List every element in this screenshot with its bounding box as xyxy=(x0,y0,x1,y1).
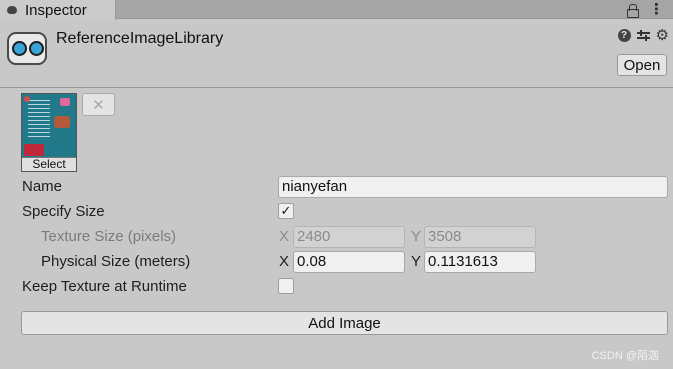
reference-image-library-icon xyxy=(7,32,47,65)
name-label: Name xyxy=(22,178,63,195)
specify-size-checkbox[interactable]: ✓ xyxy=(278,203,294,219)
physical-size-y-field[interactable]: 0.1131613 xyxy=(424,251,536,273)
name-field[interactable]: nianyefan xyxy=(278,176,668,198)
texture-size-label: Texture Size (pixels) xyxy=(41,228,177,245)
kebab-menu-icon[interactable]: ⋮ xyxy=(649,2,664,17)
tab-label: Inspector xyxy=(25,1,87,19)
lens-right-icon xyxy=(29,41,44,56)
physical-size-y-axis: Y xyxy=(411,253,422,270)
lock-icon[interactable] xyxy=(627,3,639,18)
tab-inspector[interactable]: Inspector xyxy=(0,0,116,20)
specify-size-label: Specify Size xyxy=(22,203,105,220)
asset-title: ReferenceImageLibrary xyxy=(56,30,224,47)
select-button[interactable]: Select xyxy=(22,157,76,171)
physical-size-x-field[interactable]: 0.08 xyxy=(293,251,405,273)
physical-size-label: Physical Size (meters) xyxy=(41,253,191,270)
tab-bar: Inspector ⋮ xyxy=(0,0,673,20)
open-button[interactable]: Open xyxy=(617,54,667,76)
asset-header: ReferenceImageLibrary ? ⚙ Open xyxy=(0,20,673,88)
presets-icon[interactable] xyxy=(636,29,650,42)
add-image-button[interactable]: Add Image xyxy=(21,311,668,335)
texture-size-x-axis: X xyxy=(279,228,290,245)
thumbnail-detail xyxy=(24,144,44,156)
physical-size-x-axis: X xyxy=(279,253,290,270)
info-icon xyxy=(6,4,19,16)
thumbnail-image xyxy=(28,100,50,138)
thumbnail-detail xyxy=(60,98,70,106)
texture-thumbnail[interactable]: Select xyxy=(21,93,77,172)
watermark: CSDN @陌迦 xyxy=(591,350,659,362)
texture-size-y-axis: Y xyxy=(411,228,422,245)
keep-texture-label: Keep Texture at Runtime xyxy=(22,278,187,295)
keep-texture-checkbox[interactable] xyxy=(278,278,294,294)
lens-left-icon xyxy=(12,41,27,56)
gear-icon[interactable]: ⚙ xyxy=(656,28,669,43)
tab-actions: ⋮ xyxy=(627,0,664,19)
texture-size-y-field: 3508 xyxy=(424,226,536,248)
thumbnail-detail xyxy=(54,116,70,128)
help-icon[interactable]: ? xyxy=(617,29,631,42)
texture-size-x-field: 2480 xyxy=(293,226,405,248)
thumbnail-detail xyxy=(24,96,30,102)
clear-texture-button[interactable]: ✕ xyxy=(82,93,115,116)
header-icons: ? ⚙ xyxy=(617,28,669,43)
